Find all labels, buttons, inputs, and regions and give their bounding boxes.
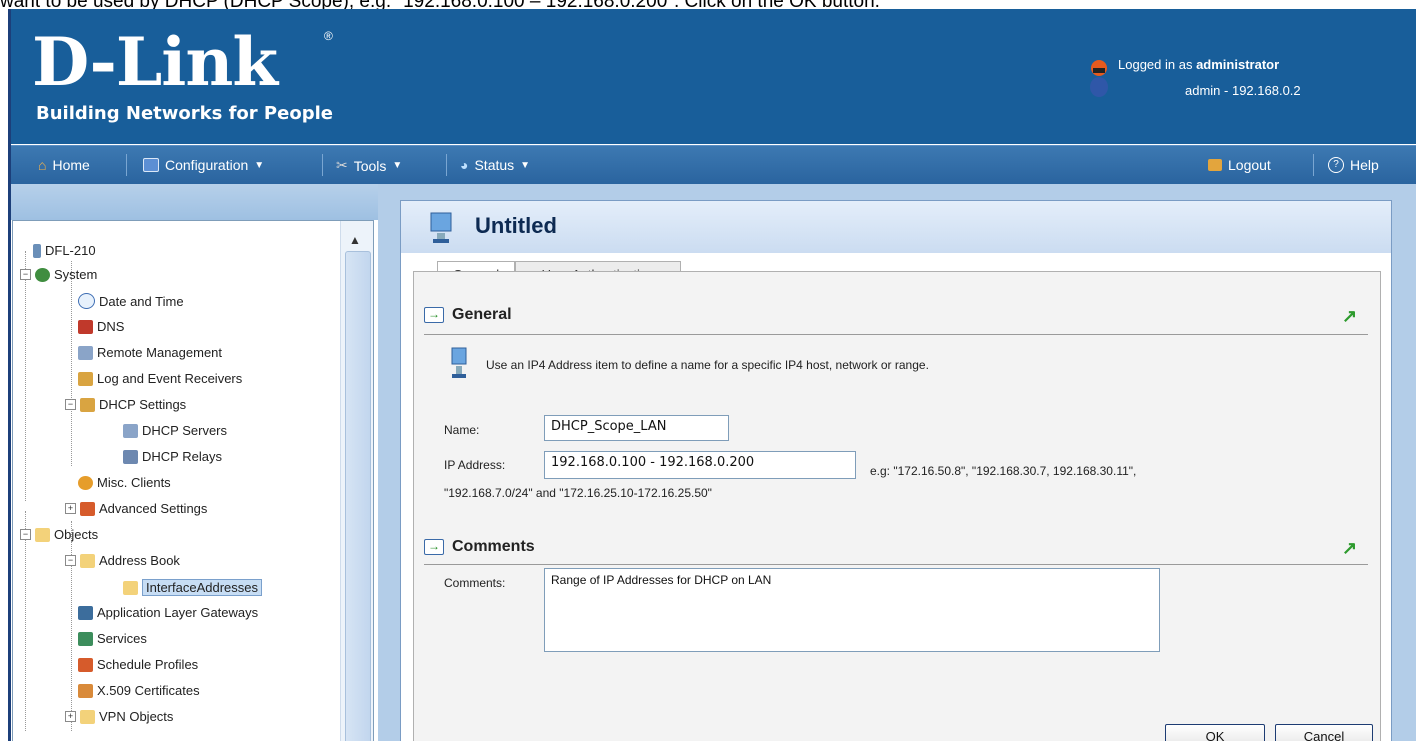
tree-item-vpn-objects[interactable]: + VPN Objects <box>65 709 173 724</box>
user-icon <box>1090 60 1108 97</box>
status-icon: ◕ <box>460 157 469 173</box>
admin-ip-text: admin - 192.168.0.2 <box>1185 83 1301 98</box>
tree-item-dhcp-servers[interactable]: DHCP Servers <box>123 423 227 438</box>
tree-item-services[interactable]: Services <box>78 631 147 646</box>
misc-clients-icon <box>78 475 93 490</box>
collapse-section-icon[interactable]: ↗ <box>1342 306 1357 327</box>
expand-icon[interactable]: + <box>65 503 76 514</box>
name-input[interactable]: DHCP_Scope_LAN <box>544 415 729 441</box>
info-text: Use an IP4 Address item to define a name… <box>486 358 929 372</box>
dhcp-server-icon <box>123 423 138 438</box>
help-icon: ? <box>1328 157 1344 173</box>
chevron-down-icon: ▼ <box>392 160 403 171</box>
chevron-down-icon: ▼ <box>254 159 265 171</box>
app-window: D-Link ® Building Networks for People Lo… <box>8 9 1416 741</box>
monitor-icon <box>430 212 452 243</box>
home-icon: ⌂ <box>38 157 47 173</box>
tree-item-dhcp-relays[interactable]: DHCP Relays <box>123 449 222 464</box>
tree-root[interactable]: DFL-210 <box>33 243 96 258</box>
ip-address-input[interactable]: 192.168.0.100 - 192.168.0.200 <box>544 451 856 479</box>
tree-item-dhcp-settings[interactable]: − DHCP Settings <box>65 397 186 412</box>
address-folder-icon <box>123 580 138 595</box>
tree-item-x509[interactable]: X.509 Certificates <box>78 683 200 698</box>
collapse-icon[interactable]: − <box>65 555 76 566</box>
instruction-caption: want to be used by DHCP (DHCP Scope), e.… <box>0 0 880 12</box>
ip-hint-line2: "192.168.7.0/24" and "172.16.25.10-172.1… <box>444 486 712 500</box>
chevron-down-icon: ▼ <box>520 159 531 171</box>
tab-content: → General ↗ Use an IP4 Address item to d… <box>413 271 1381 741</box>
section-comments-title: → Comments <box>424 538 535 556</box>
collapse-section-icon[interactable]: ↗ <box>1342 538 1357 559</box>
navigation-tree: DFL-210 − System Date and Time DNS Remot… <box>12 220 374 741</box>
panel-title: Untitled <box>475 213 557 238</box>
tree-item-objects[interactable]: − Objects <box>20 527 98 542</box>
dlink-logo: D-Link <box>32 23 278 101</box>
certificate-icon <box>78 683 93 698</box>
configuration-icon <box>143 158 159 172</box>
registered-mark: ® <box>324 29 333 43</box>
system-icon <box>35 267 50 282</box>
tree-item-address-book[interactable]: − Address Book <box>65 553 180 568</box>
panel-header: Untitled <box>401 201 1391 253</box>
comments-textarea[interactable]: Range of IP Addresses for DHCP on LAN <box>544 568 1160 652</box>
tree-item-interface-addresses[interactable]: InterfaceAddresses <box>123 579 263 596</box>
dhcp-relay-icon <box>123 449 138 464</box>
tree-item-schedule-profiles[interactable]: Schedule Profiles <box>78 657 198 672</box>
comments-label: Comments: <box>444 576 506 590</box>
scroll-up-icon[interactable]: ▲ <box>349 233 361 247</box>
tree-item-system[interactable]: − System <box>20 267 97 282</box>
collapse-icon[interactable]: − <box>20 529 31 540</box>
tree-item-advanced-settings[interactable]: + Advanced Settings <box>65 501 207 516</box>
collapse-icon[interactable]: − <box>20 269 31 280</box>
folder-icon <box>35 527 50 542</box>
dhcp-settings-icon <box>80 397 95 412</box>
tree-item-log-receivers[interactable]: Log and Event Receivers <box>78 371 242 386</box>
tree-item-dns[interactable]: DNS <box>78 319 124 334</box>
device-icon <box>33 243 41 258</box>
menu-configuration[interactable]: Configuration ▼ <box>143 157 264 173</box>
tree-item-misc-clients[interactable]: Misc. Clients <box>78 475 171 490</box>
expand-icon[interactable]: + <box>65 711 76 722</box>
section-arrow-icon: → <box>424 539 444 555</box>
folder-icon <box>80 709 95 724</box>
window-left-border <box>8 9 11 741</box>
section-arrow-icon: → <box>424 307 444 323</box>
info-monitor-icon <box>451 347 467 378</box>
nav-header-strip <box>8 184 378 220</box>
tree-scrollbar[interactable]: ▲ <box>340 221 373 741</box>
services-icon <box>78 631 93 646</box>
menu-help[interactable]: ? Help <box>1328 157 1379 173</box>
logged-in-user: administrator <box>1196 57 1280 72</box>
log-icon <box>78 371 93 386</box>
collapse-icon[interactable]: − <box>65 399 76 410</box>
ip-address-label: IP Address: <box>444 458 506 472</box>
tree-item-alg[interactable]: Application Layer Gateways <box>78 605 258 620</box>
menu-logout[interactable]: Logout <box>1208 157 1271 173</box>
logo-tagline: Building Networks for People <box>36 103 333 124</box>
tree-item-date-time[interactable]: Date and Time <box>78 293 184 309</box>
clock-icon <box>78 293 95 309</box>
alg-icon <box>78 605 93 620</box>
scroll-thumb[interactable] <box>345 251 371 741</box>
address-book-icon <box>80 553 95 568</box>
tree-item-remote-management[interactable]: Remote Management <box>78 345 222 360</box>
menu-tools[interactable]: ✂ Tools ▼ <box>336 157 402 174</box>
advanced-settings-icon <box>80 501 95 516</box>
menu-home[interactable]: ⌂ Home <box>38 157 90 173</box>
ok-button[interactable]: OK <box>1165 724 1265 741</box>
tools-icon: ✂ <box>336 157 348 173</box>
logged-in-text: Logged in as administrator <box>1118 57 1280 72</box>
menu-status[interactable]: ◕ Status ▼ <box>460 157 530 173</box>
dns-icon <box>78 319 93 334</box>
header-banner: D-Link ® Building Networks for People Lo… <box>8 9 1416 144</box>
ip-hint-line1: e.g: "172.16.50.8", "192.168.30.7, 192.1… <box>870 464 1137 478</box>
name-label: Name: <box>444 423 480 437</box>
calendar-icon <box>78 657 93 672</box>
section-general-title: → General <box>424 306 512 324</box>
logout-icon <box>1208 159 1222 171</box>
cancel-button[interactable]: Cancel <box>1275 724 1373 741</box>
menu-bar: ⌂ Home Configuration ▼ ✂ Tools ▼ ◕ Statu… <box>8 145 1416 184</box>
edit-panel: Untitled General User Authentication → G… <box>400 200 1392 741</box>
remote-management-icon <box>78 345 93 360</box>
